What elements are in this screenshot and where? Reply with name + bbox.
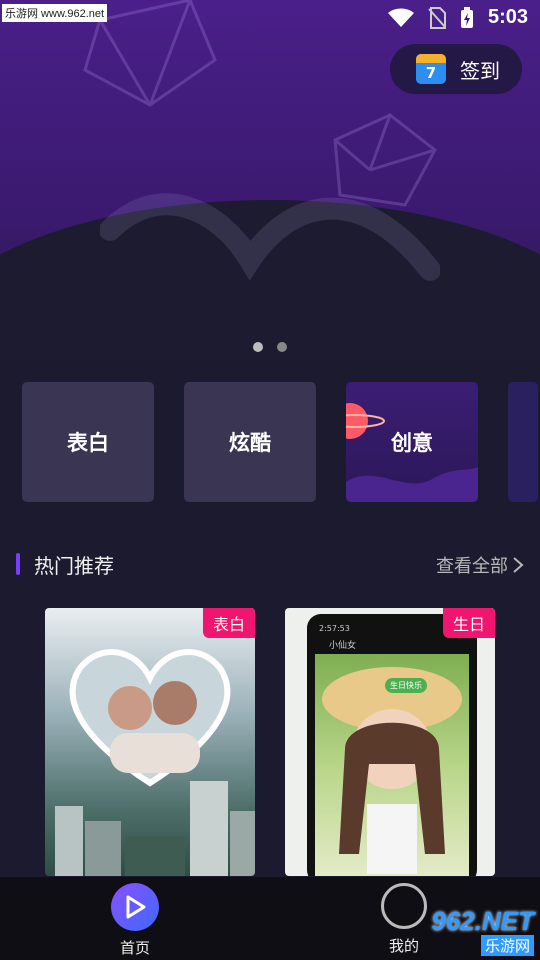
hot-section-header: 热门推荐 查看全部 bbox=[16, 546, 524, 582]
nav-home-label: 首页 bbox=[119, 939, 150, 957]
birthday-sticker: 生日快乐 bbox=[385, 678, 427, 693]
city-photo bbox=[55, 781, 255, 876]
signin-button[interactable]: 7 签到 bbox=[390, 44, 522, 94]
banner-pagination bbox=[253, 342, 287, 352]
category-cool[interactable]: 炫酷 bbox=[184, 382, 316, 502]
category-label: 表白 bbox=[67, 431, 109, 455]
view-all-link[interactable]: 查看全部 bbox=[436, 552, 524, 578]
rocket-decoration bbox=[100, 193, 440, 281]
site-watermark: 乐游网 www.962.net bbox=[2, 4, 108, 22]
card-tag: 表白 bbox=[202, 608, 255, 638]
category-label: 炫酷 bbox=[229, 431, 271, 455]
template-card[interactable]: 生日 2:57:53 小仙女 生日快乐 bbox=[285, 608, 495, 876]
clock: 5:03 bbox=[487, 6, 528, 28]
battery-charging-icon bbox=[460, 6, 473, 28]
section-accent-bar bbox=[16, 553, 20, 575]
view-all-label: 查看全部 bbox=[436, 556, 508, 577]
wave-decoration bbox=[346, 467, 478, 502]
signin-label: 签到 bbox=[460, 58, 500, 83]
phone-frame: 2:57:53 小仙女 生日快乐 bbox=[307, 614, 477, 876]
wifi-icon bbox=[387, 8, 414, 27]
card-tag: 生日 bbox=[442, 608, 495, 638]
user-icon bbox=[381, 883, 427, 929]
category-label: 创意 bbox=[391, 431, 433, 455]
status-bar: 乐游网 www.962.net 5:03 bbox=[0, 0, 540, 36]
pagination-dot[interactable] bbox=[277, 342, 287, 352]
nav-me-label: 我的 bbox=[388, 937, 419, 955]
nav-home[interactable]: 首页 bbox=[95, 883, 175, 958]
section-title: 热门推荐 bbox=[34, 553, 114, 578]
no-sim-icon bbox=[428, 6, 446, 29]
bottom-nav: 首页 我的 962.NET 乐游网 bbox=[0, 877, 540, 960]
site-logo-watermark: 962.NET 乐游网 bbox=[431, 906, 534, 956]
pagination-dot[interactable] bbox=[253, 342, 263, 352]
category-confession[interactable]: 表白 bbox=[22, 382, 154, 502]
phone-screen: 生日快乐 bbox=[315, 654, 469, 876]
calendar-icon: 7 bbox=[416, 54, 446, 84]
play-icon bbox=[111, 883, 159, 931]
category-more[interactable] bbox=[508, 382, 538, 502]
chevron-right-icon bbox=[513, 557, 524, 573]
category-row: 表白 炫酷 创意 bbox=[22, 382, 538, 502]
template-card[interactable]: 表白 bbox=[45, 608, 255, 876]
category-creative[interactable]: 创意 bbox=[346, 382, 478, 502]
planet-icon bbox=[346, 403, 385, 439]
